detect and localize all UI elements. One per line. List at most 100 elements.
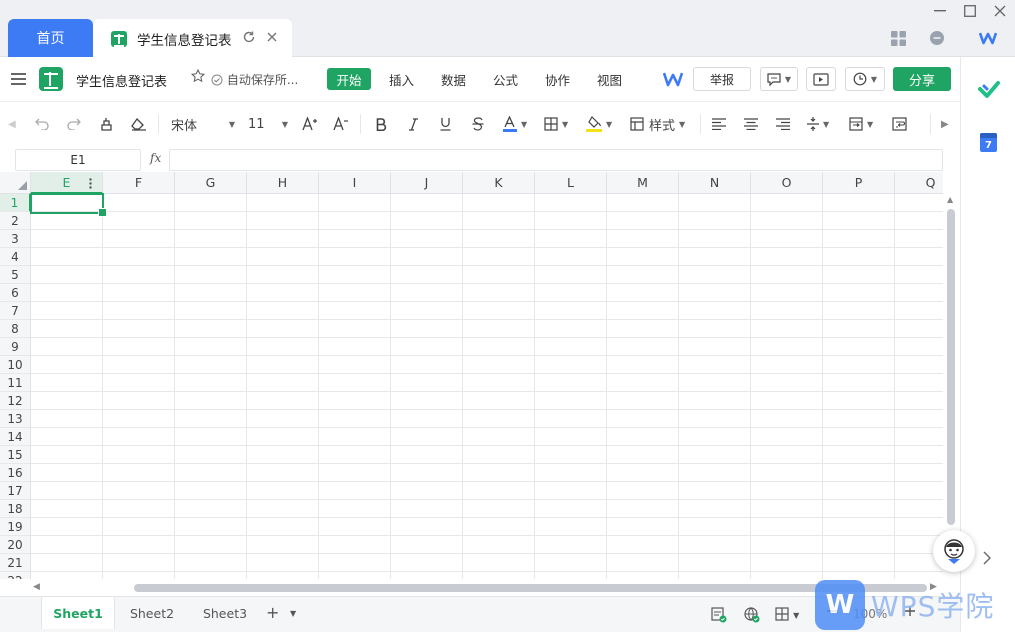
- column-header-l[interactable]: L: [535, 172, 607, 194]
- cell-style-button[interactable]: 样式 ▼: [630, 114, 685, 134]
- column-header-q[interactable]: Q: [895, 172, 943, 194]
- format-painter-icon[interactable]: [99, 114, 114, 134]
- underline-icon[interactable]: [440, 114, 451, 134]
- row-header-4[interactable]: 4: [0, 248, 31, 266]
- increase-font-icon[interactable]: [302, 114, 318, 134]
- row-header-9[interactable]: 9: [0, 338, 31, 356]
- redo-icon[interactable]: [66, 114, 81, 134]
- vertical-scrollbar[interactable]: ▲: [943, 195, 960, 579]
- selected-cell[interactable]: [30, 193, 107, 217]
- sheet-list-chevron-icon[interactable]: ▼: [290, 609, 296, 618]
- row-header-11[interactable]: 11: [0, 374, 31, 392]
- row-header-20[interactable]: 20: [0, 536, 31, 554]
- borders-button[interactable]: ▼: [544, 114, 568, 134]
- tab-home[interactable]: 首页: [8, 19, 93, 57]
- column-header-n[interactable]: N: [679, 172, 751, 194]
- task-check-icon[interactable]: [978, 79, 1000, 101]
- row-header-1[interactable]: 1: [0, 194, 31, 212]
- name-box[interactable]: E1: [15, 149, 141, 171]
- bold-icon[interactable]: [376, 114, 387, 134]
- row-header-13[interactable]: 13: [0, 410, 31, 428]
- formula-input[interactable]: [169, 149, 943, 171]
- close-tab-icon[interactable]: [266, 31, 278, 47]
- align-right-icon[interactable]: [776, 114, 790, 134]
- vertical-align-button[interactable]: ▼: [807, 114, 829, 134]
- font-size-select[interactable]: 11 ▼: [248, 114, 288, 134]
- data-protect-icon[interactable]: [711, 607, 727, 627]
- assistant-avatar-button[interactable]: [933, 530, 975, 572]
- row-header-21[interactable]: 21: [0, 554, 31, 572]
- apps-grid-icon[interactable]: [888, 28, 908, 48]
- column-header-m[interactable]: M: [607, 172, 679, 194]
- toolbar-scroll-left-icon[interactable]: ◀: [8, 114, 16, 134]
- row-header-16[interactable]: 16: [0, 464, 31, 482]
- row-header-15[interactable]: 15: [0, 446, 31, 464]
- column-header-g[interactable]: G: [175, 172, 247, 194]
- row-header-5[interactable]: 5: [0, 266, 31, 284]
- history-button[interactable]: ▼: [845, 67, 885, 91]
- column-header-j[interactable]: J: [391, 172, 463, 194]
- align-left-icon[interactable]: [712, 114, 726, 134]
- column-header-p[interactable]: P: [823, 172, 895, 194]
- calendar-icon[interactable]: 7: [980, 133, 997, 152]
- row-header-3[interactable]: 3: [0, 230, 31, 248]
- sheet-tab-1[interactable]: Sheet1: [41, 597, 115, 629]
- row-header-22[interactable]: 22: [0, 572, 31, 579]
- menu-view[interactable]: 视图: [597, 70, 622, 89]
- sheet-tab-3[interactable]: Sheet3: [188, 597, 262, 629]
- menu-start[interactable]: 开始: [327, 68, 371, 90]
- font-color-button[interactable]: ▼: [503, 114, 527, 134]
- row-header-12[interactable]: 12: [0, 392, 31, 410]
- row-header-2[interactable]: 2: [0, 212, 31, 230]
- view-mode-button[interactable]: ▼: [775, 607, 799, 625]
- column-header-f[interactable]: F: [103, 172, 175, 194]
- horizontal-scroll-thumb[interactable]: [134, 584, 927, 592]
- eraser-icon[interactable]: [131, 114, 147, 134]
- function-icon[interactable]: fx: [150, 151, 161, 165]
- hamburger-menu-icon[interactable]: [11, 73, 26, 85]
- minimize-button[interactable]: [925, 0, 955, 22]
- close-window-button[interactable]: [985, 0, 1015, 22]
- column-header-o[interactable]: O: [751, 172, 823, 194]
- wrap-text-icon[interactable]: [892, 114, 907, 134]
- report-button[interactable]: 举报: [693, 67, 751, 91]
- sheet-tab-2[interactable]: Sheet2: [115, 597, 189, 629]
- row-header-10[interactable]: 10: [0, 356, 31, 374]
- column-header-h[interactable]: H: [247, 172, 319, 194]
- wps-member-icon[interactable]: [663, 70, 683, 88]
- row-header-8[interactable]: 8: [0, 320, 31, 338]
- network-status-icon[interactable]: [744, 607, 760, 627]
- menu-collaborate[interactable]: 协作: [545, 70, 570, 89]
- column-menu-icon[interactable]: [89, 178, 92, 191]
- decrease-font-icon[interactable]: [333, 114, 349, 134]
- align-center-icon[interactable]: [744, 114, 758, 134]
- italic-icon[interactable]: [409, 114, 418, 134]
- add-sheet-icon[interactable]: +: [266, 603, 279, 622]
- scroll-left-icon[interactable]: ◀: [33, 582, 40, 592]
- undo-icon[interactable]: [35, 114, 50, 134]
- document-title[interactable]: 学生信息登记表: [76, 71, 167, 90]
- strikethrough-icon[interactable]: [472, 114, 484, 134]
- tab-document[interactable]: 学生信息登记表: [93, 19, 292, 58]
- menu-formula[interactable]: 公式: [493, 70, 518, 89]
- column-header-e[interactable]: E: [31, 172, 103, 194]
- wps-logo-icon[interactable]: [978, 28, 998, 48]
- fill-color-button[interactable]: ▼: [586, 114, 612, 134]
- menu-insert[interactable]: 插入: [389, 70, 414, 89]
- collapse-panel-icon[interactable]: [983, 551, 991, 569]
- row-header-14[interactable]: 14: [0, 428, 31, 446]
- merge-cells-button[interactable]: ▼: [849, 114, 873, 134]
- maximize-button[interactable]: [955, 0, 985, 22]
- cell-area[interactable]: [31, 194, 943, 579]
- refresh-icon[interactable]: [242, 30, 256, 48]
- row-header-19[interactable]: 19: [0, 518, 31, 536]
- star-icon[interactable]: [190, 68, 206, 87]
- video-meeting-button[interactable]: [806, 67, 836, 91]
- row-header-7[interactable]: 7: [0, 302, 31, 320]
- row-header-17[interactable]: 17: [0, 482, 31, 500]
- column-header-k[interactable]: K: [463, 172, 535, 194]
- row-header-18[interactable]: 18: [0, 500, 31, 518]
- column-header-i[interactable]: I: [319, 172, 391, 194]
- toolbar-scroll-right-icon[interactable]: ▶: [941, 114, 949, 134]
- horizontal-scrollbar[interactable]: ◀ ▶: [31, 579, 943, 596]
